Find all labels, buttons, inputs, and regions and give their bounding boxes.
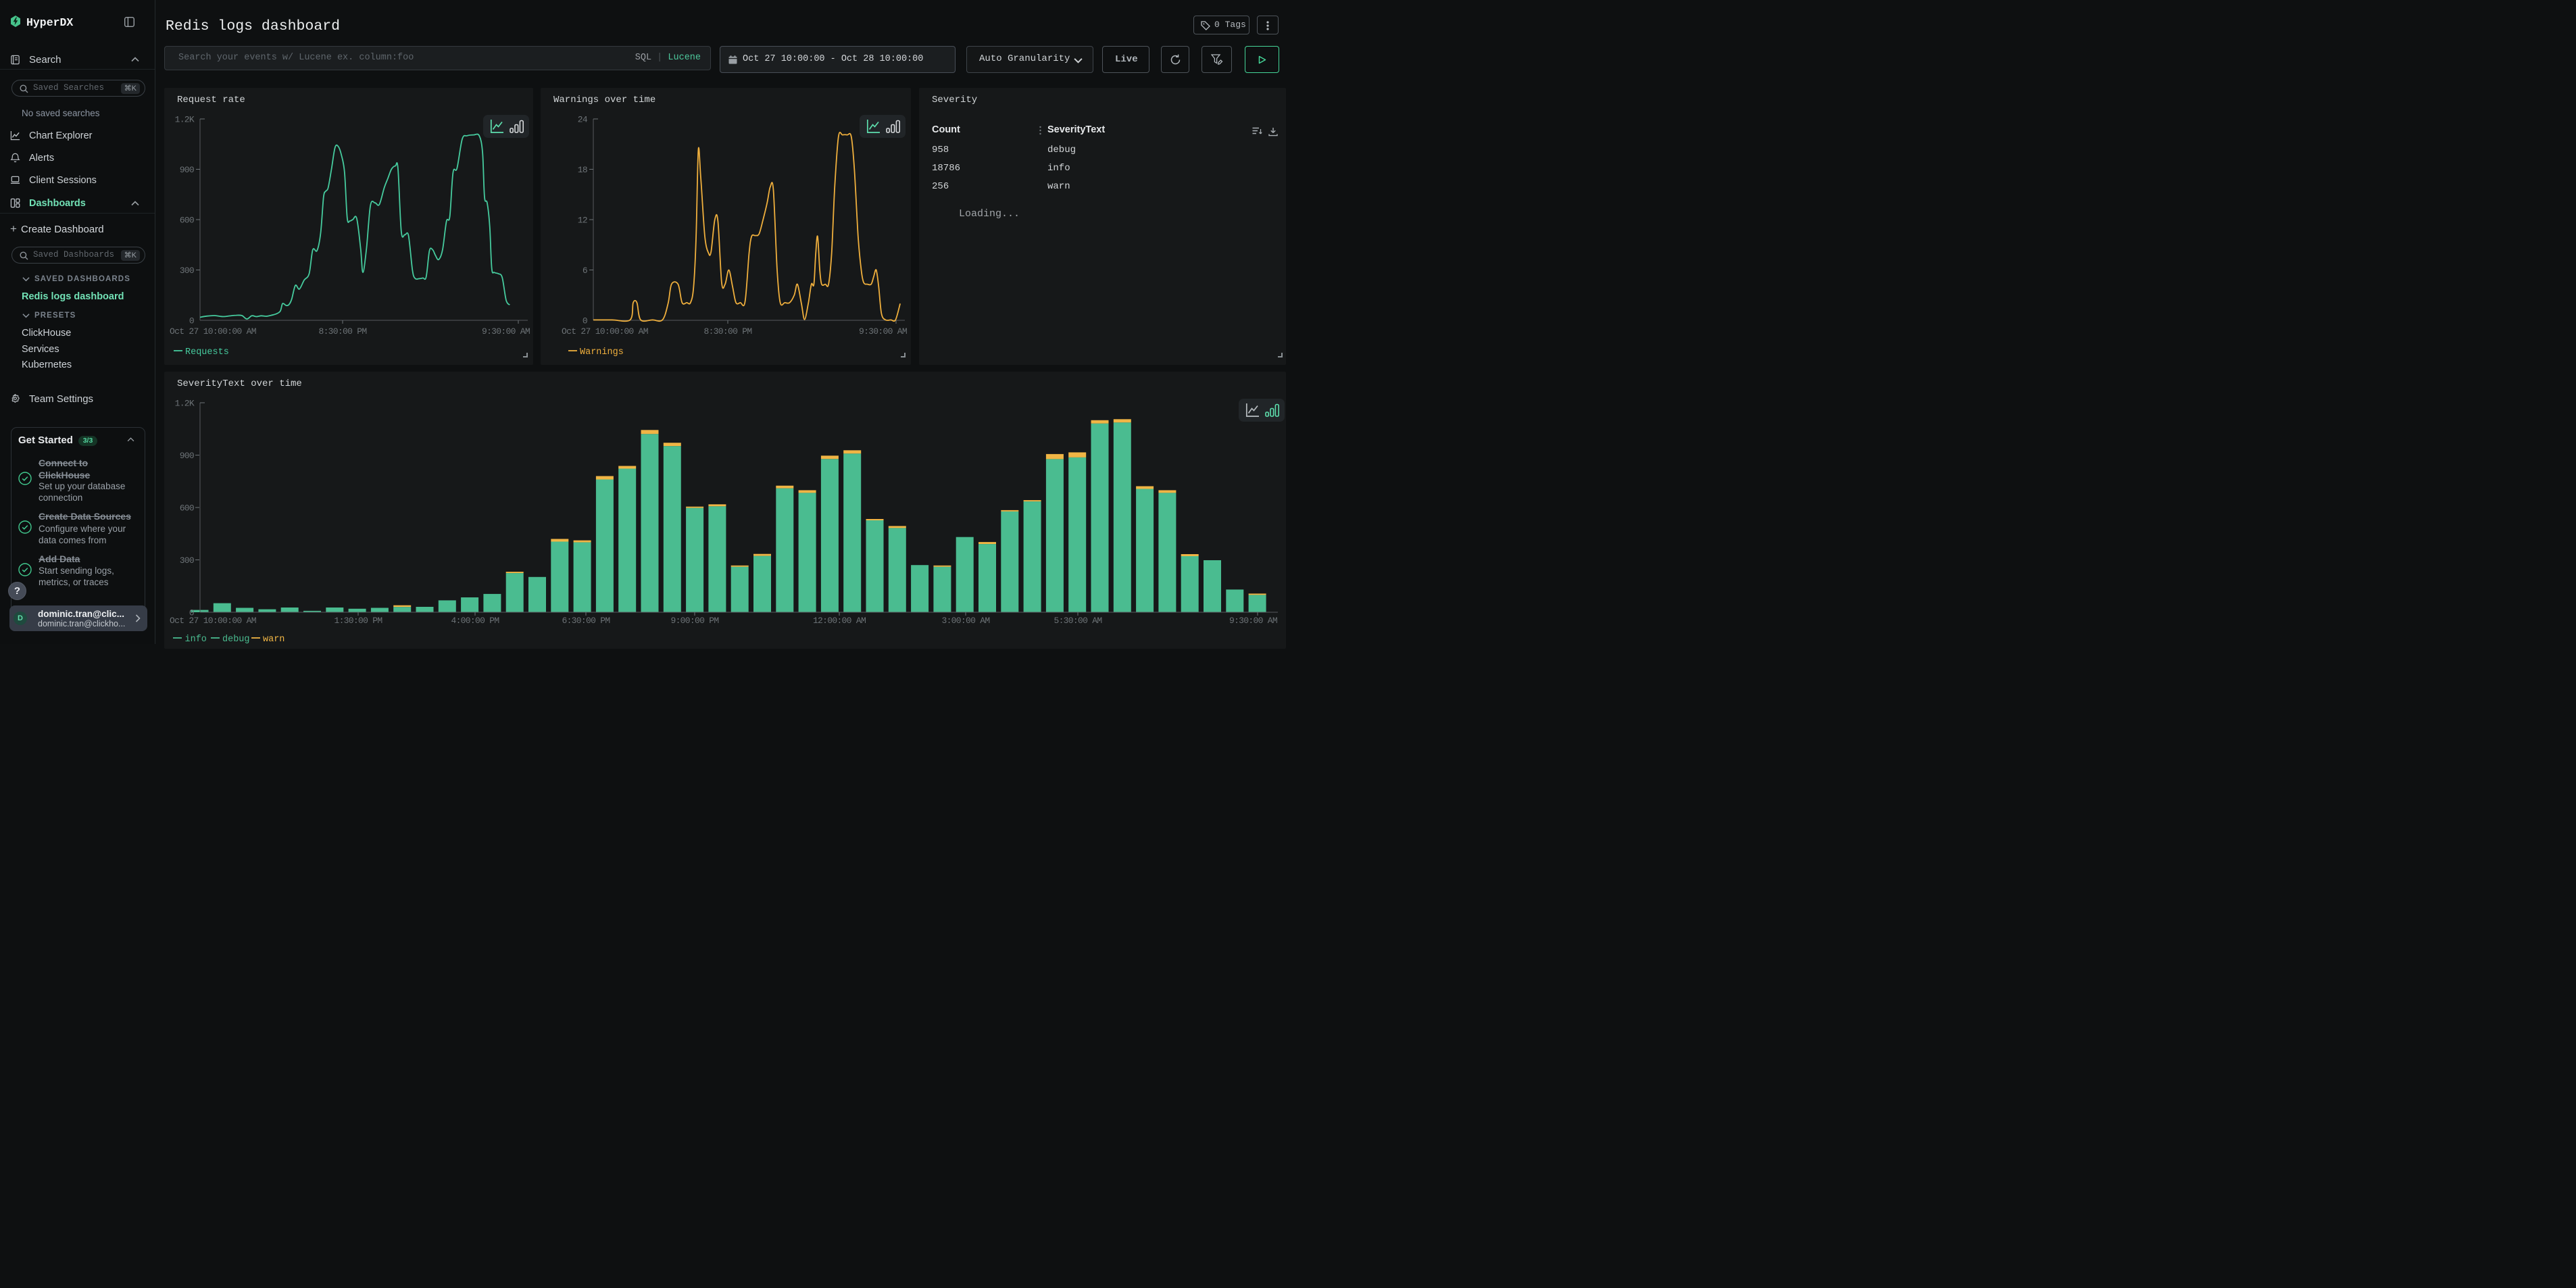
svg-text:9:00:00 PM: 9:00:00 PM: [670, 616, 718, 626]
svg-text:24: 24: [578, 115, 588, 125]
svg-text:5:30:00 AM: 5:30:00 AM: [1054, 616, 1101, 626]
svg-text:9:30:00 AM: 9:30:00 AM: [859, 326, 907, 337]
svg-text:debug: debug: [222, 635, 250, 644]
svg-text:Oct 27 10:00:00 AM: Oct 27 10:00:00 AM: [170, 616, 256, 626]
svg-text:18: 18: [578, 165, 587, 175]
svg-text:300: 300: [180, 555, 194, 566]
svg-text:1.2K: 1.2K: [175, 399, 195, 409]
svg-text:Oct 27 10:00:00 AM: Oct 27 10:00:00 AM: [562, 326, 648, 337]
svg-text:warn: warn: [263, 635, 284, 644]
svg-text:600: 600: [180, 503, 194, 514]
svg-text:9:30:00 AM: 9:30:00 AM: [1229, 616, 1277, 626]
svg-text:8:30:00 PM: 8:30:00 PM: [703, 326, 751, 337]
svg-text:0: 0: [189, 316, 194, 326]
svg-text:900: 900: [180, 165, 194, 175]
svg-text:6: 6: [583, 266, 587, 276]
svg-text:600: 600: [180, 216, 194, 226]
svg-text:3:00:00 AM: 3:00:00 AM: [941, 616, 989, 626]
svg-text:0: 0: [583, 316, 587, 326]
svg-text:300: 300: [180, 266, 194, 276]
svg-text:1:30:00 PM: 1:30:00 PM: [334, 616, 382, 626]
svg-text:9:30:00 AM: 9:30:00 AM: [482, 326, 530, 337]
svg-text:info: info: [185, 635, 207, 644]
svg-text:Warnings: Warnings: [580, 347, 624, 357]
svg-text:8:30:00 PM: 8:30:00 PM: [318, 326, 366, 337]
svg-text:1.2K: 1.2K: [175, 115, 195, 125]
svg-text:12: 12: [578, 216, 587, 226]
svg-text:Oct 27 10:00:00 AM: Oct 27 10:00:00 AM: [170, 326, 256, 337]
svg-text:900: 900: [180, 451, 194, 461]
svg-text:12:00:00 AM: 12:00:00 AM: [813, 616, 866, 626]
svg-text:Requests: Requests: [185, 347, 229, 357]
svg-text:4:00:00 PM: 4:00:00 PM: [451, 616, 499, 626]
svg-text:6:30:00 PM: 6:30:00 PM: [562, 616, 610, 626]
